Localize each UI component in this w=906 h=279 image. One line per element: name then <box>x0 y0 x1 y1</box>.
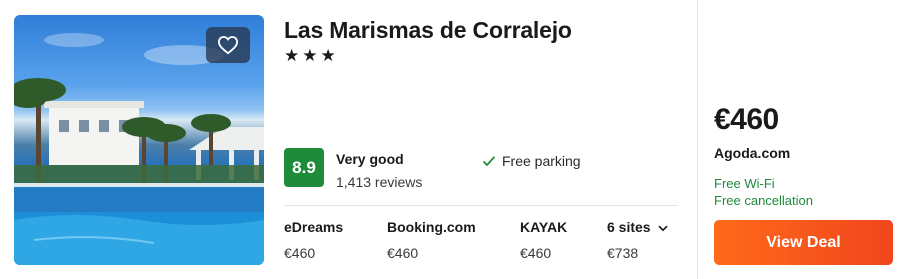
perk-free-cancellation: Free cancellation <box>714 193 813 208</box>
chevron-down-icon <box>657 225 668 232</box>
site-name: eDreams <box>284 219 344 235</box>
section-divider <box>284 205 678 206</box>
review-score-badge: 8.9 <box>284 148 324 187</box>
check-icon <box>482 156 496 167</box>
review-count[interactable]: 1,413 reviews <box>336 174 422 190</box>
site-name: Booking.com <box>387 219 476 235</box>
more-sites-label-row: 6 sites <box>607 219 668 235</box>
more-sites-label: 6 sites <box>607 219 651 235</box>
hotel-result-card[interactable]: Las Marismas de Corralejo ★★★ 8.9 Very g… <box>0 0 906 279</box>
deal-price: €460 <box>714 103 779 136</box>
star-rating: ★★★ <box>284 46 339 65</box>
site-price: €738 <box>607 245 639 261</box>
site-option-edreams[interactable]: eDreams €460 <box>284 219 343 261</box>
site-option-kayak[interactable]: KAYAK €460 <box>520 219 567 261</box>
deal-provider: Agoda.com <box>714 145 791 161</box>
save-favorite-button[interactable] <box>206 27 250 63</box>
rating-label: Very good <box>336 151 404 167</box>
site-price: €460 <box>520 245 552 261</box>
site-price: €460 <box>387 245 419 261</box>
amenity-free-parking: Free parking <box>482 153 581 169</box>
column-divider <box>697 0 698 279</box>
amenity-label: Free parking <box>502 153 581 169</box>
site-option-booking[interactable]: Booking.com €460 <box>387 219 476 261</box>
perk-free-wifi: Free Wi-Fi <box>714 176 775 191</box>
view-deal-button[interactable]: View Deal <box>714 220 893 265</box>
heart-icon <box>217 36 239 55</box>
hotel-name[interactable]: Las Marismas de Corralejo <box>284 17 572 44</box>
site-price: €460 <box>284 245 316 261</box>
site-name: KAYAK <box>520 219 568 235</box>
more-sites-dropdown[interactable]: 6 sites €738 <box>607 219 668 261</box>
